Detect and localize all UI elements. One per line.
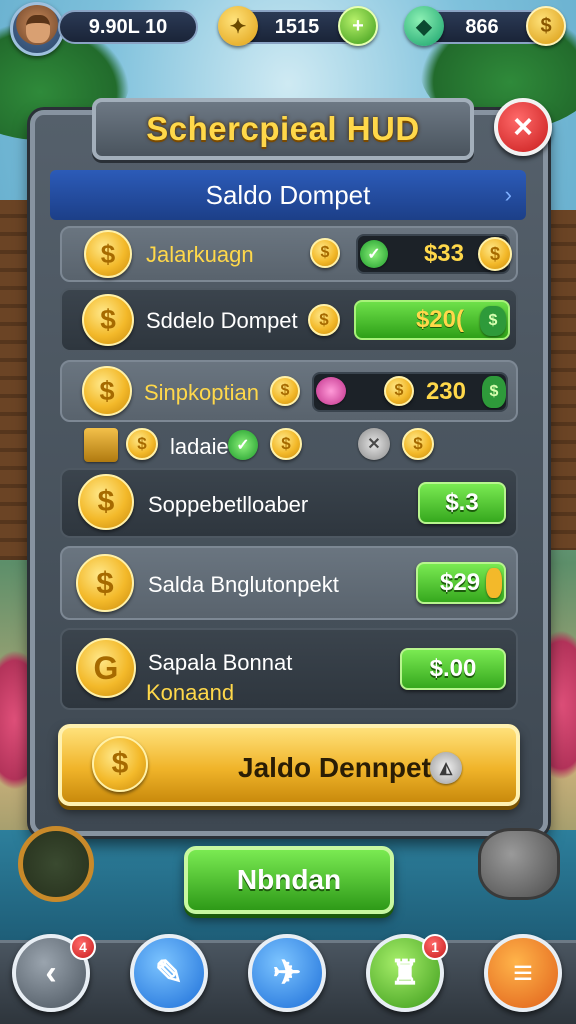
coin-edge-icon <box>486 568 502 598</box>
quest-button[interactable]: ✎ <box>130 934 208 1012</box>
coin-small-icon: $ <box>270 428 302 460</box>
row-5-label: Soppebetlloaber <box>148 492 309 517</box>
row-6-label: Salda Bnglutonpekt <box>148 572 339 597</box>
close-icon: × <box>513 107 533 146</box>
shop-badge: 1 <box>422 934 448 960</box>
coin-icon: $ <box>478 237 512 271</box>
coin-icon: $ <box>82 294 134 346</box>
row-7-button-text: $.00 <box>429 655 477 682</box>
menu-icon: ≡ <box>513 953 533 992</box>
check-gem-icon: ✓ <box>360 240 388 268</box>
resource-1-value: 9.90L 10 <box>88 15 168 38</box>
bag-icon <box>84 428 118 462</box>
resource-counter-1: 9.90L 10 <box>58 10 198 44</box>
balance-row-2: $ Sddelo Dompet $ $20( $ <box>60 288 518 352</box>
coin-icon: $ <box>92 736 148 792</box>
coin-icon: $ <box>78 474 134 530</box>
row-7-sublabel: Konaand <box>146 680 235 705</box>
row-2-label: Sddelo Dompet <box>146 308 298 333</box>
menu-button[interactable]: ≡ <box>484 934 562 1012</box>
row-1-value-text: $33 <box>423 240 464 267</box>
sword-icon: ✎ <box>154 954 184 992</box>
coin-icon: $ <box>76 554 134 612</box>
row-1-label: Jalarkuagn <box>146 242 254 267</box>
balance-row-5: $ Soppebetlloaber $.3 <box>60 468 518 538</box>
row-4-label: ladaie <box>170 434 229 459</box>
row-5-button-text: $.3 <box>445 489 479 516</box>
balance-row-1: $ Jalarkuagn $ $33 ✓ $ <box>60 226 518 282</box>
compass-icon: ✕ <box>358 428 390 460</box>
gem-icon: $ <box>482 376 506 408</box>
wallet-main-button[interactable]: $ Jaldo Dennpet ◭ <box>58 724 520 806</box>
coin-icon[interactable]: $ <box>526 6 566 46</box>
row-3-value-b: 230 <box>425 378 466 405</box>
coin-small-icon: $ <box>126 428 158 460</box>
info-icon: ◭ <box>430 752 462 784</box>
balance-row-3: $ Sinpkoptian $ 4 230 $ $ <box>60 360 518 422</box>
panel-title: Schercpieal HUD <box>146 110 420 147</box>
close-button[interactable]: × <box>494 98 552 156</box>
section-header[interactable]: Saldo Dompet › <box>50 170 526 220</box>
coin-small-icon: $ <box>402 428 434 460</box>
gem-icon: ◆ <box>404 6 444 46</box>
coin-small-icon: $ <box>384 376 414 406</box>
claim-button-label: Nbndan <box>236 864 342 895</box>
coin-small-icon: $ <box>270 376 300 406</box>
plus-icon[interactable]: + <box>338 6 378 46</box>
balance-row-7: G Sapala Bonnat Konaand $.00 <box>60 628 518 710</box>
row-3-label: Sinpkoptian <box>144 380 259 405</box>
coin-small-icon: $ <box>310 238 340 268</box>
chevron-left-icon: ‹ <box>45 953 57 992</box>
coin-icon: G <box>76 638 136 698</box>
panel-title-plate: Schercpieal HUD <box>92 98 474 160</box>
row-5-button[interactable]: $.3 <box>418 482 506 524</box>
compass-decoration-icon <box>18 826 94 902</box>
chevron-right-icon: › <box>504 182 512 207</box>
check-gem-icon: ✓ <box>228 430 258 460</box>
feather-icon: ✦ <box>218 6 258 46</box>
gem-icon: $ <box>480 306 506 336</box>
shop-badge-count: 1 <box>431 939 439 955</box>
wallet-main-button-label: Jaldo Dennpet <box>238 752 431 783</box>
plane-icon: ✈ <box>272 954 302 992</box>
stone-decoration-icon <box>478 828 560 900</box>
section-header-label: Saldo Dompet <box>205 179 371 210</box>
coin-icon: $ <box>84 230 132 278</box>
notification-badge: 4 <box>70 934 96 960</box>
row-7-label: Sapala Bonnat <box>148 650 293 675</box>
coin-icon: $ <box>82 366 132 416</box>
row-6-button-text: $29 <box>440 569 481 596</box>
shop-icon: ♜ <box>389 954 421 992</box>
resource-3-value: 866 <box>465 15 499 38</box>
pink-gem-icon <box>316 377 346 405</box>
resource-2-value: 1515 <box>274 15 320 38</box>
balance-row-6: $ Salda Bnglutonpekt $29 <box>60 546 518 620</box>
notification-badge-count: 4 <box>79 939 87 955</box>
avatar-face <box>26 15 50 43</box>
row-7-button[interactable]: $.00 <box>400 648 506 690</box>
player-avatar[interactable] <box>10 2 64 56</box>
claim-button[interactable]: Nbndan <box>184 846 394 914</box>
map-button[interactable]: ✈ <box>248 934 326 1012</box>
coin-small-icon: $ <box>308 304 340 336</box>
row-2-value-text: $20( <box>415 306 464 333</box>
top-resource-bar: 9.90L 10 1515 866 ✦ + ◆ $ <box>0 0 576 58</box>
